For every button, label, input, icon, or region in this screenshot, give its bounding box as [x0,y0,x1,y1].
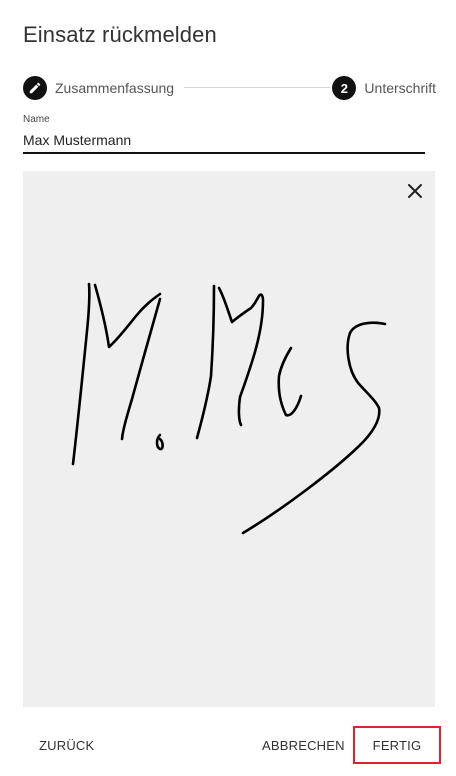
stepper: Zusammenfassung 2 Unterschrift [23,76,436,100]
clear-signature-button[interactable] [404,180,426,202]
name-field[interactable]: Max Mustermann [23,130,425,154]
back-button[interactable]: ZURÜCK [39,738,94,753]
close-icon [408,184,422,198]
step-summary-circle [23,76,47,100]
name-field-label: Name [23,114,50,125]
pencil-icon [29,82,41,94]
signature-drawing [71,282,387,535]
finish-button[interactable]: FERTIG [353,726,441,764]
step-signature[interactable]: 2 Unterschrift [332,76,436,100]
dialog-title: Einsatz rückmelden [23,22,217,47]
step-signature-label: Unterschrift [364,80,436,96]
cancel-button[interactable]: ABBRECHEN [262,738,345,753]
step-signature-number: 2 [332,76,357,100]
signature-pad[interactable] [23,171,435,707]
step-summary[interactable]: Zusammenfassung [23,76,174,100]
stepper-connector [184,87,330,88]
step-summary-label: Zusammenfassung [55,80,175,96]
